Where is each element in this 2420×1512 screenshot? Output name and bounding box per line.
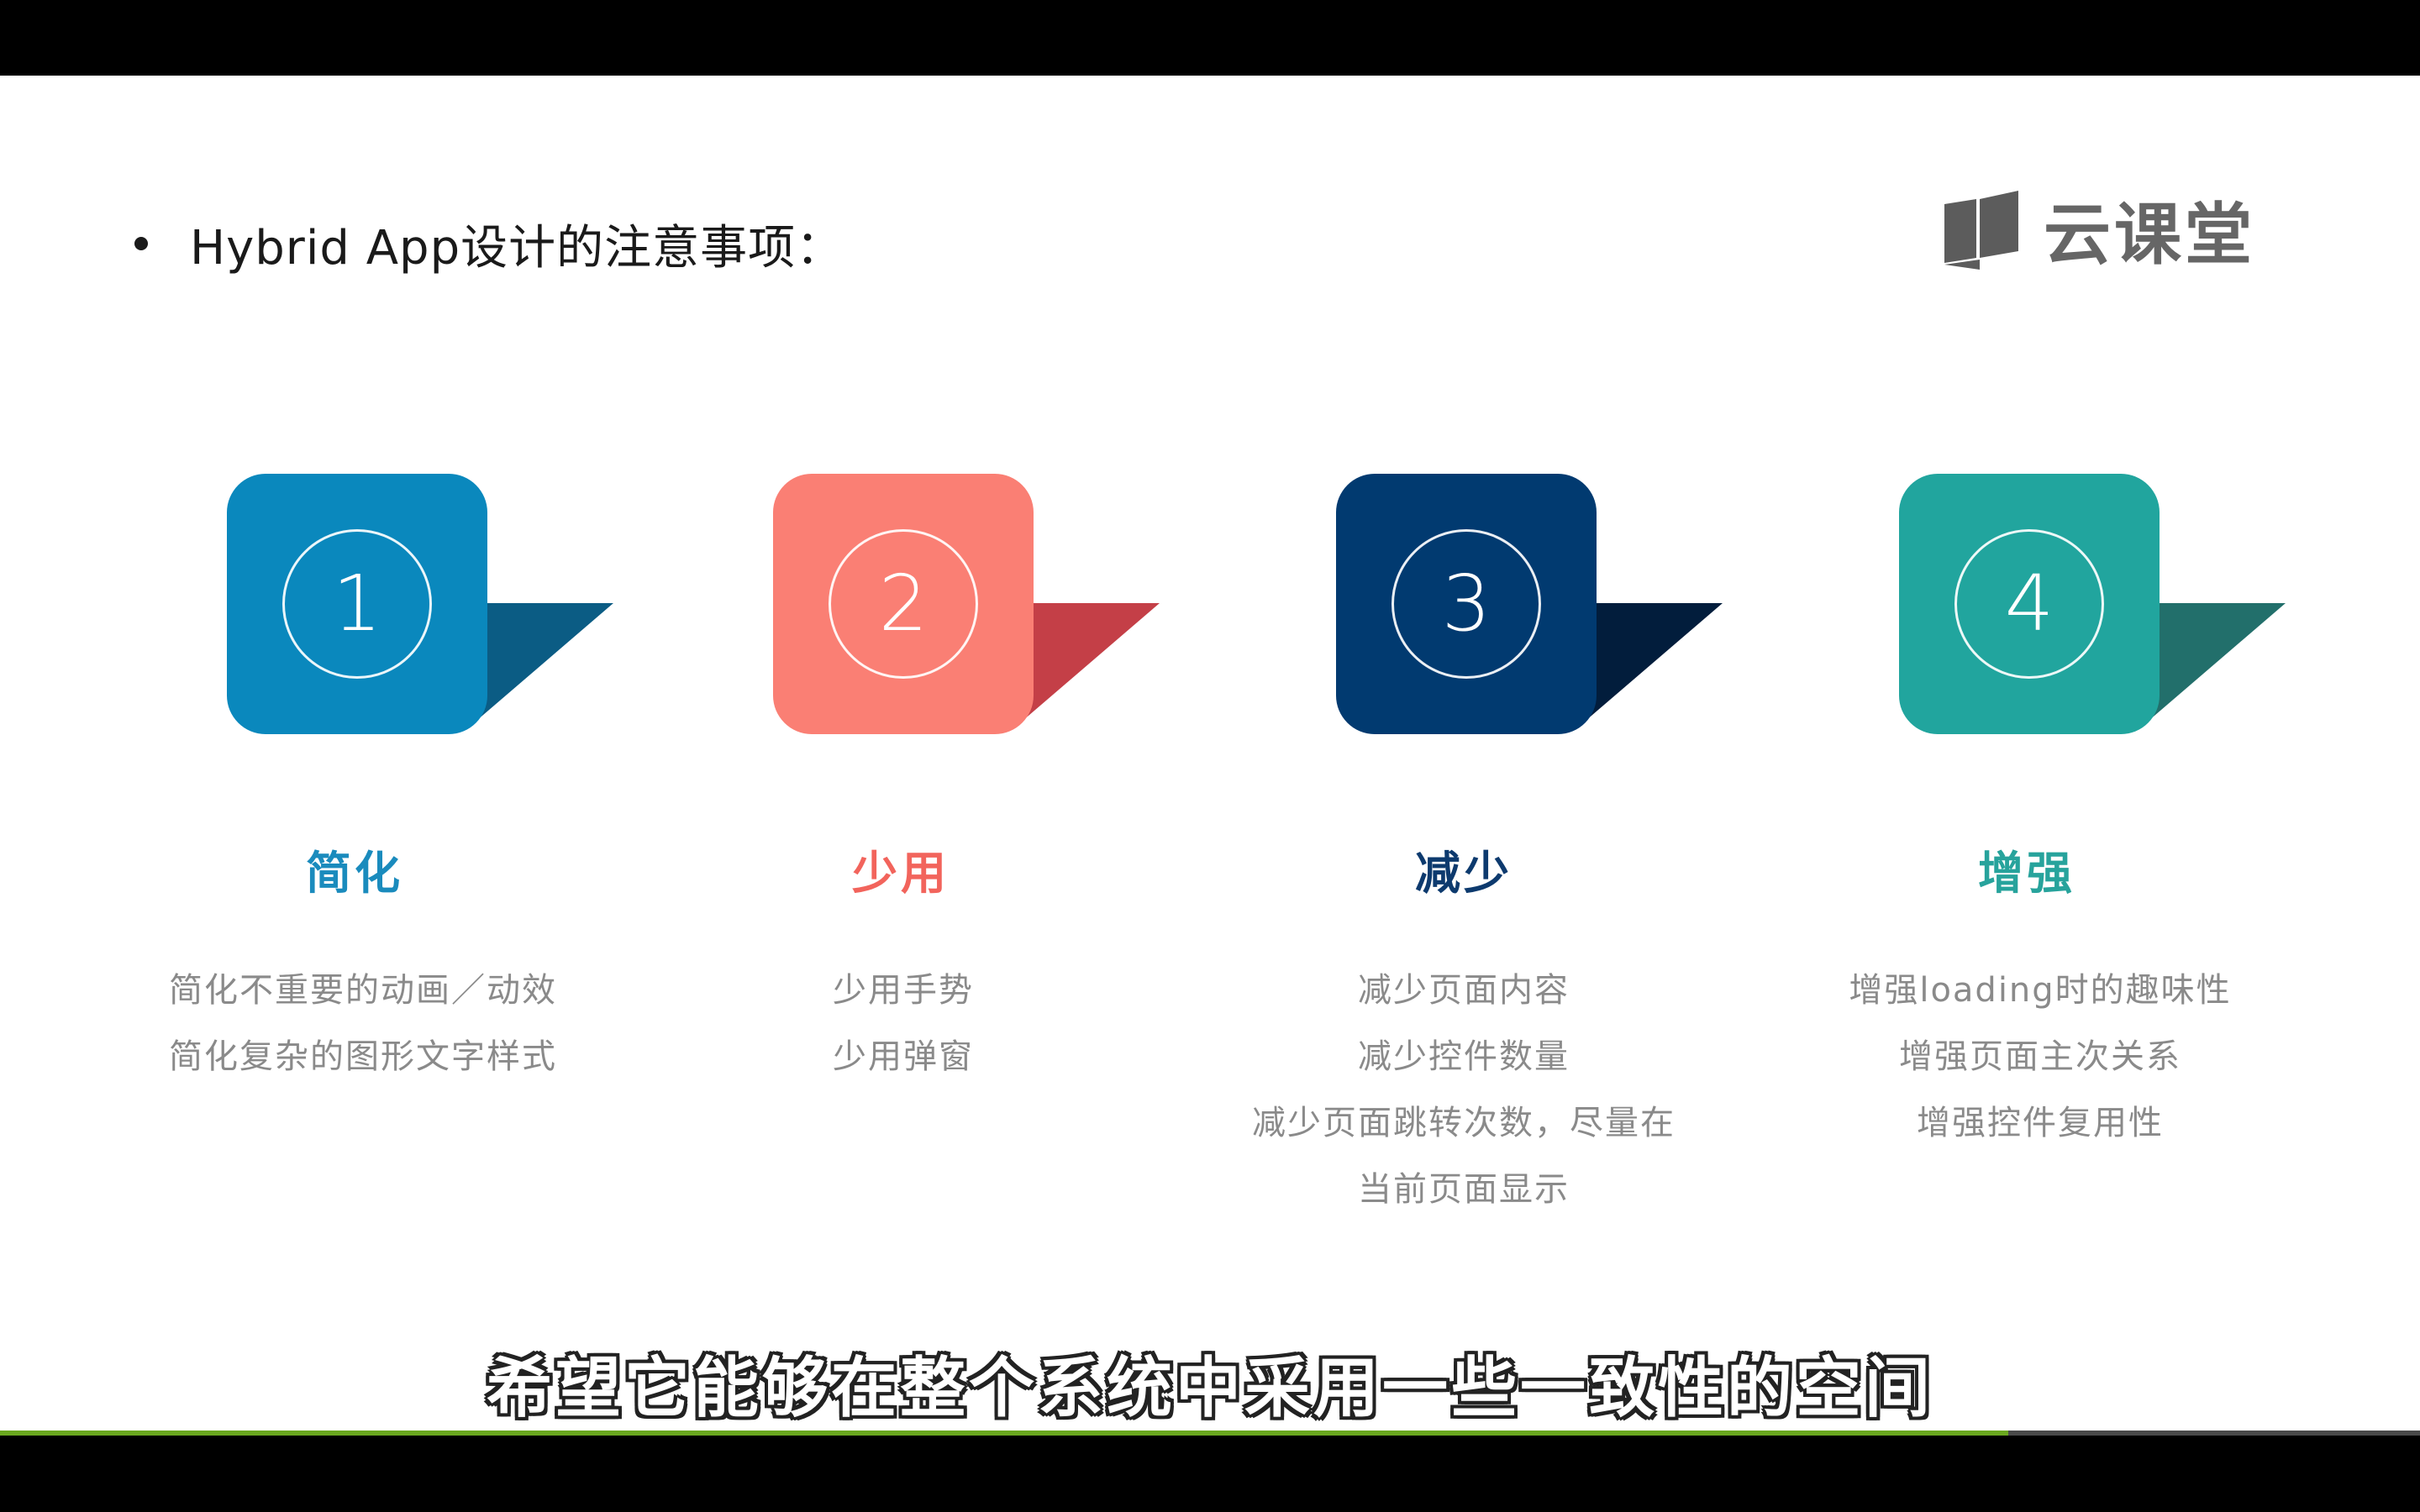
desc-line: 简化复杂的图形文字样式 bbox=[169, 1037, 557, 1076]
desc-line: 减少控件数量 bbox=[1358, 1037, 1570, 1076]
card-number: 2 bbox=[878, 559, 929, 648]
card-simplify: 1 bbox=[227, 474, 613, 734]
slide: Hybrid App设计的注意事项： 云课堂 1 简化 简化不重要的动画／动效 … bbox=[0, 76, 2420, 1431]
card-use-less: 2 bbox=[773, 474, 1160, 734]
card-desc-simplify: 简化不重要的动画／动效 简化复杂的图形文字样式 bbox=[103, 958, 623, 1090]
bullet-icon bbox=[134, 237, 148, 250]
card-heading-enhance: 增强 bbox=[1978, 847, 2075, 900]
card-desc-use-less: 少用手势 少用弹窗 bbox=[643, 958, 1164, 1090]
card-number-box: 4 bbox=[1899, 474, 2160, 734]
desc-line: 减少页面内容 bbox=[1358, 971, 1570, 1010]
video-progress-bar[interactable] bbox=[0, 1431, 2420, 1436]
card-number-box: 2 bbox=[773, 474, 1034, 734]
desc-line: 当前页面显示 bbox=[1358, 1170, 1570, 1209]
desc-line: 减少页面跳转次数，尽量在 bbox=[1252, 1104, 1676, 1142]
slide-title-row: Hybrid App设计的注意事项： bbox=[134, 210, 844, 277]
card-desc-enhance: 增强loading时的趣味性 增强页面主次关系 增强控件复用性 bbox=[1780, 958, 2301, 1157]
book-logo-icon bbox=[1944, 191, 2018, 270]
card-heading-reduce: 减少 bbox=[1415, 847, 1512, 900]
card-number: 3 bbox=[1441, 559, 1491, 648]
desc-line: 少用弹窗 bbox=[833, 1037, 974, 1076]
card-number: 4 bbox=[2004, 559, 2054, 648]
logo-text: 云课堂 bbox=[2044, 196, 2255, 274]
desc-line: 增强loading时的趣味性 bbox=[1849, 971, 2232, 1010]
number-ring: 4 bbox=[1954, 529, 2104, 679]
card-number-box: 3 bbox=[1336, 474, 1597, 734]
card-heading-use-less: 少用 bbox=[852, 847, 950, 900]
card-enhance: 4 bbox=[1899, 474, 2286, 734]
card-number-box: 1 bbox=[227, 474, 487, 734]
desc-line: 简化不重要的动画／动效 bbox=[169, 971, 557, 1010]
video-progress-fill bbox=[0, 1431, 2009, 1436]
number-ring: 3 bbox=[1392, 529, 1541, 679]
logo: 云课堂 bbox=[1941, 183, 2255, 276]
card-number: 1 bbox=[332, 559, 382, 648]
desc-line: 少用手势 bbox=[833, 971, 974, 1010]
number-ring: 1 bbox=[282, 529, 432, 679]
desc-line: 增强页面主次关系 bbox=[1899, 1037, 2181, 1076]
number-ring: 2 bbox=[829, 529, 978, 679]
card-heading-simplify: 简化 bbox=[306, 847, 403, 900]
slide-title: Hybrid App设计的注意事项： bbox=[190, 220, 844, 276]
card-reduce: 3 bbox=[1336, 474, 1723, 734]
desc-line: 增强控件复用性 bbox=[1917, 1104, 2164, 1142]
card-desc-reduce: 减少页面内容 减少控件数量 减少页面跳转次数，尽量在 当前页面显示 bbox=[1203, 958, 1724, 1223]
video-subtitle: 希望它能够在整个系统中采用一些一致性的空间 bbox=[486, 1351, 1933, 1426]
